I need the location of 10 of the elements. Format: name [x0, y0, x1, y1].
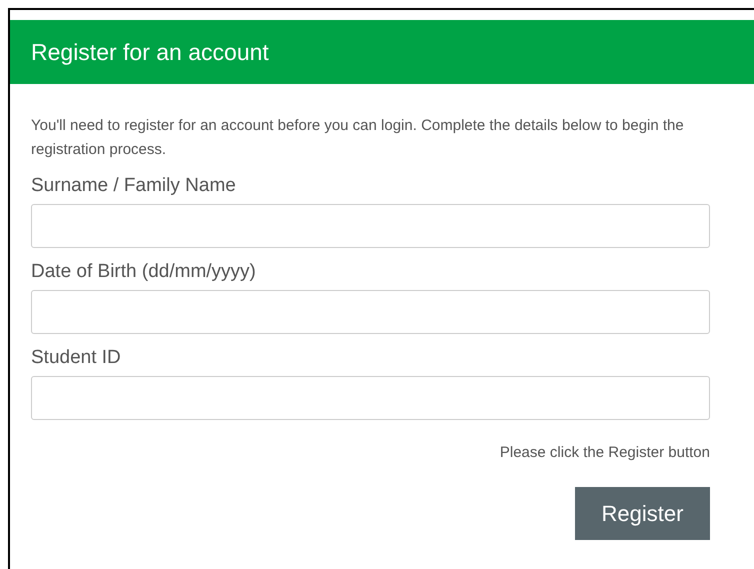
field-label: Student ID: [31, 346, 122, 370]
input-field[interactable]: [31, 204, 710, 248]
field-label: Surname / Family Name: [31, 174, 237, 198]
input-field[interactable]: [31, 290, 710, 334]
hint-text: Please click the Register button: [500, 443, 710, 463]
intro-text: You'll need to register for an account before you can login. Complete the details below to begin the registration process.: [31, 116, 685, 160]
register-button[interactable]: Register: [575, 486, 710, 540]
input-field[interactable]: [31, 376, 710, 420]
panel-title: Register for an account: [31, 38, 269, 67]
field-label: Date of Birth (dd/mm/yyyy): [31, 260, 257, 284]
